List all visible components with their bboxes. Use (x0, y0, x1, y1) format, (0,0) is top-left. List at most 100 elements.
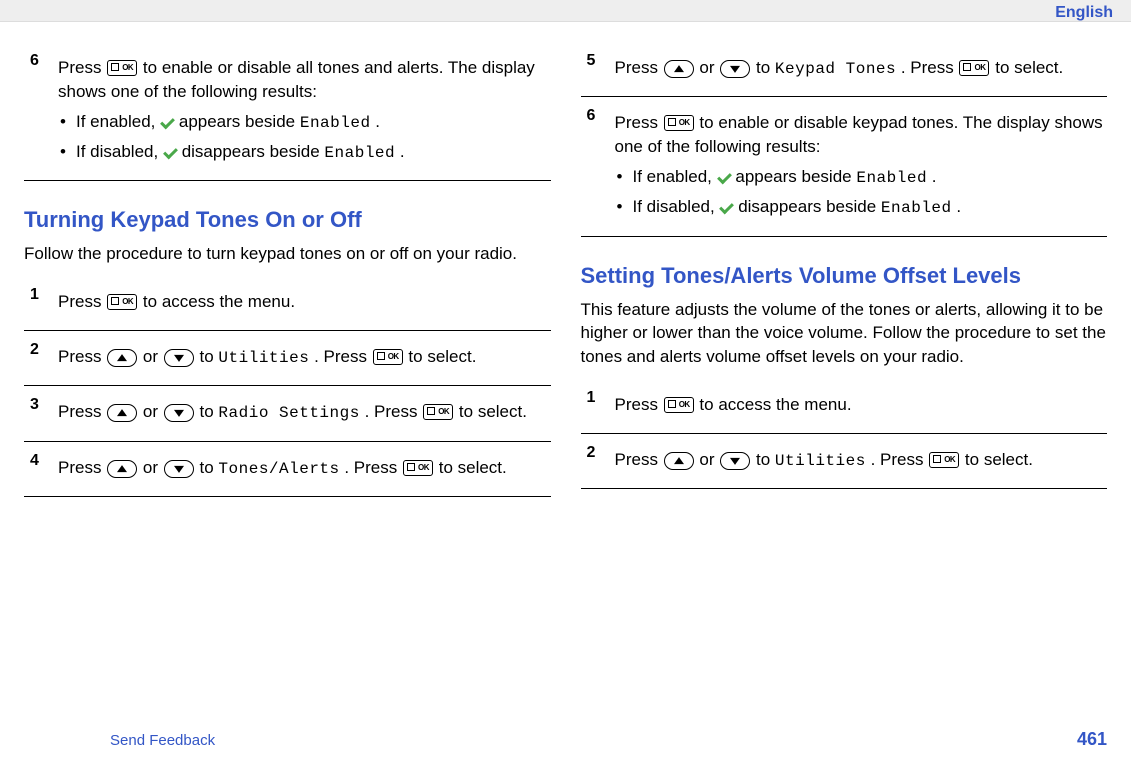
text-frag: . Press (314, 347, 372, 366)
bullet-enabled: If enabled, appears beside Enabled . (615, 165, 1108, 189)
text-frag: If enabled, (633, 167, 717, 186)
section-intro: This feature adjusts the volume of the t… (581, 298, 1108, 369)
ok-button-icon (929, 452, 959, 468)
text-frag: to select. (439, 458, 507, 477)
content-columns: 6 Press to enable or disable all tones a… (0, 22, 1131, 501)
text-frag: If enabled, (76, 112, 160, 131)
step-text: Press or to Utilities . Press to select. (58, 345, 551, 369)
mono-text: Enabled (300, 114, 371, 132)
text-frag: to select. (459, 402, 527, 421)
step-6-right: 6 Press to enable or disable keypad tone… (581, 101, 1108, 236)
text-frag: appears beside (179, 112, 300, 131)
step-2-right: 2 Press or to Utilities . Press to selec… (581, 438, 1108, 489)
step-text: Press to enable or disable keypad tones.… (615, 111, 1108, 159)
step-number: 2 (587, 442, 596, 464)
send-feedback-link[interactable]: Send Feedback (110, 730, 215, 751)
up-arrow-icon (664, 60, 694, 78)
text-frag: to (200, 458, 219, 477)
down-arrow-icon (720, 452, 750, 470)
text-frag: or (143, 347, 163, 366)
text-frag: If disabled, (633, 197, 720, 216)
step-text: Press or to Tones/Alerts . Press to sele… (58, 456, 551, 480)
mono-text: Enabled (324, 144, 395, 162)
right-column: 5 Press or to Keypad Tones . Press to se… (581, 46, 1108, 501)
step-2: 2 Press or to Utilities . Press to selec… (24, 335, 551, 386)
section-intro: Follow the procedure to turn keypad tone… (24, 242, 551, 266)
mono-text: Utilities (218, 349, 309, 367)
text-frag: disappears beside (182, 142, 325, 161)
mono-text: Keypad Tones (775, 60, 896, 78)
mono-text: Utilities (775, 452, 866, 470)
mono-text: Enabled (881, 199, 952, 217)
text-frag: Press (615, 113, 663, 132)
text-frag: Press (58, 58, 106, 77)
text-frag: to select. (995, 58, 1063, 77)
text-frag: Press (58, 292, 106, 311)
down-arrow-icon (720, 60, 750, 78)
text-frag: . Press (344, 458, 402, 477)
text-frag: Press (58, 402, 106, 421)
text-frag: Press (58, 458, 106, 477)
text-frag: . (400, 142, 405, 161)
text-frag: Press (615, 395, 663, 414)
text-frag: to access the menu. (143, 292, 295, 311)
step-number: 1 (587, 387, 596, 409)
text-frag: . Press (901, 58, 959, 77)
text-frag: to (756, 450, 775, 469)
text-frag: If disabled, (76, 142, 163, 161)
step-number: 2 (30, 339, 39, 361)
step-number: 4 (30, 450, 39, 472)
up-arrow-icon (664, 452, 694, 470)
language-label: English (1055, 2, 1113, 24)
section-heading-volume-offset: Setting Tones/Alerts Volume Offset Level… (581, 261, 1108, 292)
step-1-right: 1 Press to access the menu. (581, 383, 1108, 434)
ok-button-icon (107, 294, 137, 310)
text-frag: Press (58, 347, 106, 366)
ok-button-icon (423, 404, 453, 420)
check-icon (160, 116, 174, 128)
text-frag: or (699, 58, 719, 77)
step-5: 5 Press or to Keypad Tones . Press to se… (581, 46, 1108, 97)
text-frag: to (200, 402, 219, 421)
text-frag: to access the menu. (699, 395, 851, 414)
text-frag: to select. (965, 450, 1033, 469)
down-arrow-icon (164, 349, 194, 367)
check-icon (719, 201, 733, 213)
step-number: 3 (30, 394, 39, 416)
prev-step-6: 6 Press to enable or disable all tones a… (24, 46, 551, 181)
ok-button-icon (107, 60, 137, 76)
text-frag: or (143, 458, 163, 477)
step-text: Press to access the menu. (58, 290, 551, 314)
ok-button-icon (959, 60, 989, 76)
ok-button-icon (664, 397, 694, 413)
text-frag: to select. (408, 347, 476, 366)
text-frag: to (200, 347, 219, 366)
section-heading-keypad-tones: Turning Keypad Tones On or Off (24, 205, 551, 236)
step-1: 1 Press to access the menu. (24, 280, 551, 331)
text-frag: Press (615, 58, 663, 77)
down-arrow-icon (164, 460, 194, 478)
check-icon (163, 146, 177, 158)
step-number: 6 (587, 105, 596, 127)
step-number: 6 (30, 50, 39, 72)
text-frag: to (756, 58, 775, 77)
step-text: Press to access the menu. (615, 393, 1108, 417)
left-column: 6 Press to enable or disable all tones a… (24, 46, 551, 501)
topbar: English (0, 0, 1131, 22)
text-frag: or (699, 450, 719, 469)
text-frag: Press (615, 450, 663, 469)
down-arrow-icon (164, 404, 194, 422)
up-arrow-icon (107, 404, 137, 422)
mono-text: Tones/Alerts (218, 460, 339, 478)
step-4: 4 Press or to Tones/Alerts . Press to se… (24, 446, 551, 497)
page-number: 461 (1077, 727, 1107, 752)
ok-button-icon (403, 460, 433, 476)
footer: Send Feedback 461 (0, 727, 1131, 752)
bullet-enabled: If enabled, appears beside Enabled . (58, 110, 551, 134)
step-text: Press or to Radio Settings . Press to se… (58, 400, 551, 424)
bullet-disabled: If disabled, disappears beside Enabled . (58, 140, 551, 164)
step-3: 3 Press or to Radio Settings . Press to … (24, 390, 551, 441)
step-text: Press or to Keypad Tones . Press to sele… (615, 56, 1108, 80)
text-frag: appears beside (735, 167, 856, 186)
text-frag: . (375, 112, 380, 131)
